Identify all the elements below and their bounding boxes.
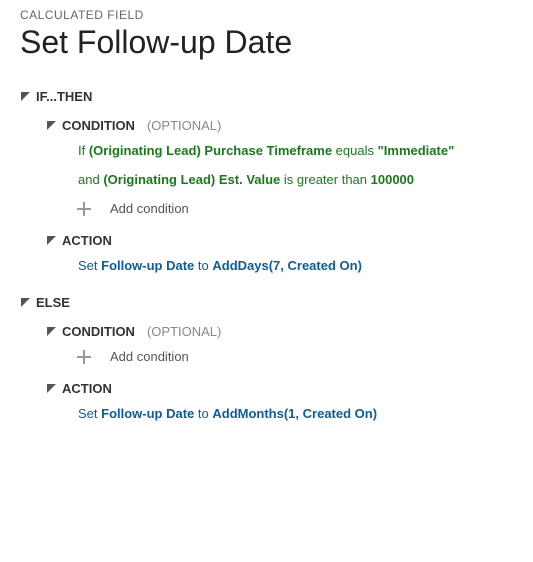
ifthen-condition-header[interactable]: CONDITION (OPTIONAL): [46, 114, 513, 137]
action-line[interactable]: Set Follow-up Date to AddDays(7, Created…: [70, 252, 513, 281]
expand-icon[interactable]: [46, 326, 56, 336]
plus-icon: [76, 201, 92, 217]
condition-line-2[interactable]: and (Originating Lead) Est. Value is gre…: [70, 166, 513, 195]
act-field: Follow-up Date: [101, 258, 194, 273]
else-header[interactable]: ELSE: [20, 291, 513, 314]
cond-field: (Originating Lead) Purchase Timeframe: [89, 143, 332, 158]
ifthen-block: IF...THEN CONDITION (OPTIONAL) If (Origi…: [20, 85, 513, 281]
condition-suffix: (OPTIONAL): [147, 324, 221, 339]
expand-icon[interactable]: [46, 383, 56, 393]
expand-icon[interactable]: [20, 92, 30, 102]
expand-icon[interactable]: [46, 121, 56, 131]
action-line[interactable]: Set Follow-up Date to AddMonths(1, Creat…: [70, 400, 513, 429]
cond-op: is greater than: [280, 172, 370, 187]
act-text: Set: [78, 406, 101, 421]
condition-label: CONDITION: [62, 118, 135, 133]
cond-text: If: [78, 143, 89, 158]
cond-text: and: [78, 172, 103, 187]
act-text: to: [194, 406, 212, 421]
expand-icon[interactable]: [46, 235, 56, 245]
plus-icon: [76, 349, 92, 365]
action-label: ACTION: [62, 381, 112, 396]
act-text: Set: [78, 258, 101, 273]
cond-value: "Immediate": [378, 143, 455, 158]
else-label: ELSE: [36, 295, 70, 310]
condition-suffix: (OPTIONAL): [147, 118, 221, 133]
else-condition-header[interactable]: CONDITION (OPTIONAL): [46, 320, 513, 343]
add-condition-label: Add condition: [110, 349, 189, 364]
action-label: ACTION: [62, 233, 112, 248]
ifthen-label: IF...THEN: [36, 89, 92, 104]
else-condition-block: CONDITION (OPTIONAL) Add condition: [46, 320, 513, 371]
cond-value: 100000: [371, 172, 414, 187]
else-block: ELSE CONDITION (OPTIONAL) Add condition: [20, 291, 513, 429]
condition-label: CONDITION: [62, 324, 135, 339]
else-action-header[interactable]: ACTION: [46, 377, 513, 400]
overline: CALCULATED FIELD: [20, 8, 513, 22]
expand-icon[interactable]: [20, 297, 30, 307]
else-action-block: ACTION Set Follow-up Date to AddMonths(1…: [46, 377, 513, 429]
add-condition-button[interactable]: Add condition: [70, 343, 513, 371]
add-condition-label: Add condition: [110, 201, 189, 216]
act-text: to: [194, 258, 212, 273]
add-condition-button[interactable]: Add condition: [70, 195, 513, 223]
act-field: Follow-up Date: [101, 406, 194, 421]
ifthen-header[interactable]: IF...THEN: [20, 85, 513, 108]
cond-field: (Originating Lead) Est. Value: [103, 172, 280, 187]
condition-line-1[interactable]: If (Originating Lead) Purchase Timeframe…: [70, 137, 513, 166]
cond-op: equals: [332, 143, 378, 158]
ifthen-condition-block: CONDITION (OPTIONAL) If (Originating Lea…: [46, 114, 513, 223]
ifthen-action-header[interactable]: ACTION: [46, 229, 513, 252]
act-func: AddMonths(1, Created On): [212, 406, 377, 421]
page-title: Set Follow-up Date: [20, 24, 513, 61]
ifthen-action-block: ACTION Set Follow-up Date to AddDays(7, …: [46, 229, 513, 281]
act-func: AddDays(7, Created On): [212, 258, 362, 273]
